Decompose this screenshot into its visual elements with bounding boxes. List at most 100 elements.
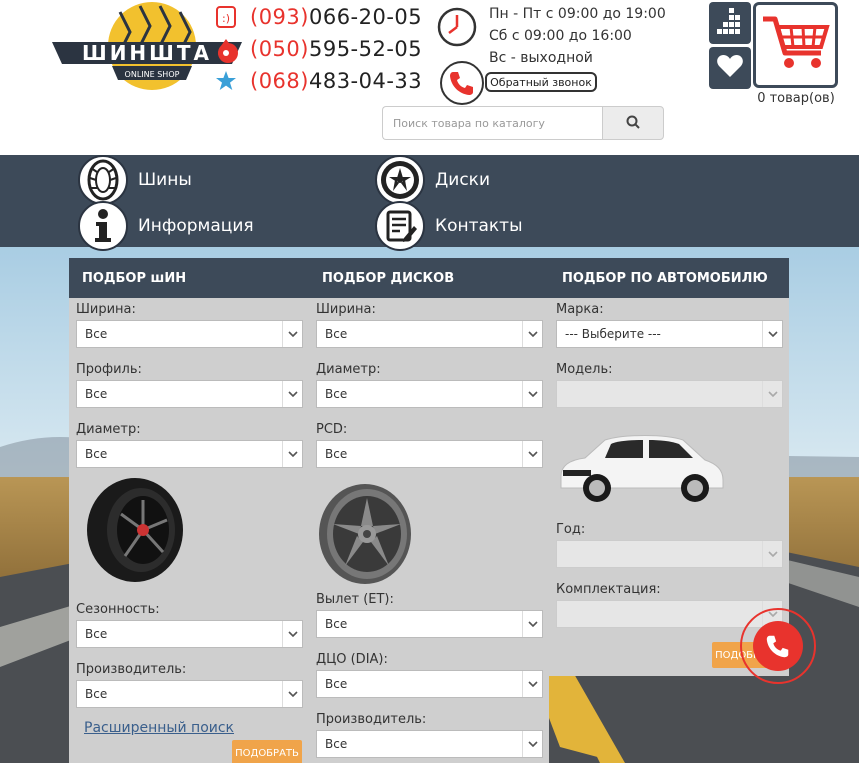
chevron-down-icon — [522, 441, 542, 467]
diameter-label: Диаметр: — [316, 362, 381, 377]
compare-icon — [715, 6, 745, 40]
car-filter-panel: ПОДБОР ПО АВТОМОБИЛЮ Марка: --- Выберите… — [549, 258, 789, 676]
site-header: ШИНШТА ONLINE SHOP :) (093) 066-20-05 (0… — [0, 0, 859, 155]
rim-dia-select[interactable]: Все — [316, 670, 543, 698]
logo-subtitle: ONLINE SHOP — [125, 70, 180, 79]
phone-row[interactable]: (068) 483-04-33 — [214, 66, 422, 96]
chevron-down-icon — [282, 441, 302, 467]
select-value: Все — [325, 327, 348, 341]
wishlist-button[interactable] — [709, 47, 751, 89]
cart-count[interactable]: 0 товар(ов) — [752, 91, 840, 106]
panel-title: ПОДБОР шИН — [69, 258, 309, 298]
chevron-down-icon — [762, 541, 782, 567]
phone-code: (068) — [250, 69, 309, 93]
pcd-label: PCD: — [316, 422, 348, 437]
chevron-down-icon — [282, 321, 302, 347]
search-button[interactable] — [602, 106, 664, 140]
main-nav: Шины Диски Информация Контакты — [0, 155, 859, 251]
rim-pcd-select[interactable]: Все — [316, 440, 543, 468]
wheel-rim-icon — [375, 155, 425, 205]
nav-item-rims[interactable]: Диски — [375, 155, 490, 205]
select-value: Все — [85, 627, 108, 641]
car-model-select[interactable] — [556, 380, 783, 408]
nav-item-info[interactable]: Информация — [78, 201, 254, 251]
tire-width-select[interactable]: Все — [76, 320, 303, 348]
star-icon — [214, 69, 238, 93]
select-value: Все — [325, 677, 348, 691]
smile-icon: :) — [214, 5, 238, 29]
rim-width-select[interactable]: Все — [316, 320, 543, 348]
chevron-down-icon — [522, 321, 542, 347]
floating-call-button[interactable] — [740, 608, 816, 684]
et-label: Вылет (ET): — [316, 592, 394, 607]
year-label: Год: — [556, 522, 586, 537]
trim-label: Комплектация: — [556, 582, 661, 597]
tire-season-select[interactable]: Все — [76, 620, 303, 648]
clock-icon — [436, 6, 478, 48]
maker-label: Производитель: — [316, 712, 427, 727]
phone-icon[interactable] — [440, 61, 484, 105]
heart-icon — [716, 53, 744, 83]
tire-submit-button[interactable]: ПОДОБРАТЬ — [232, 740, 302, 763]
car-image — [555, 426, 727, 510]
hours-saturday: Сб с 09:00 до 16:00 — [489, 28, 632, 44]
dia-label: ДЦО (DIA): — [316, 652, 388, 667]
phone-code: (093) — [250, 5, 309, 29]
car-brand-select[interactable]: --- Выберите --- — [556, 320, 783, 348]
cart-icon — [761, 13, 831, 77]
chevron-down-icon — [522, 671, 542, 697]
nav-item-contacts[interactable]: Контакты — [375, 201, 523, 251]
profile-label: Профиль: — [76, 362, 142, 377]
search-input[interactable] — [382, 106, 602, 140]
chevron-down-icon — [522, 731, 542, 757]
chevron-down-icon — [282, 381, 302, 407]
phone-code: (050) — [250, 37, 309, 61]
tire-filter-panel: ПОДБОР шИН Ширина: Все Профиль: Все Диам… — [69, 258, 309, 763]
tire-profile-select[interactable]: Все — [76, 380, 303, 408]
chevron-down-icon — [522, 381, 542, 407]
diameter-label: Диаметр: — [76, 422, 141, 437]
tire-maker-select[interactable]: Все — [76, 680, 303, 708]
tire-diameter-select[interactable]: Все — [76, 440, 303, 468]
drop-icon — [214, 37, 238, 61]
panel-title: ПОДБОР ПО АВТОМОБИЛЮ — [549, 258, 789, 298]
logo-text: ШИНШТА — [82, 41, 212, 65]
rim-maker-select[interactable]: Все — [316, 730, 543, 758]
select-value: Все — [85, 447, 108, 461]
rim-diameter-select[interactable]: Все — [316, 380, 543, 408]
maker-label: Производитель: — [76, 662, 187, 677]
chevron-down-icon — [282, 681, 302, 707]
rim-et-select[interactable]: Все — [316, 610, 543, 638]
info-icon — [78, 201, 128, 251]
tire-image — [83, 476, 187, 588]
phone-row[interactable]: (050) 595-52-05 — [214, 34, 422, 64]
advanced-search-link[interactable]: Расширенный поиск — [84, 720, 234, 736]
callback-button[interactable]: Обратный звонок — [485, 72, 597, 92]
nav-label: Диски — [435, 170, 490, 190]
phone-row[interactable]: :) (093) 066-20-05 — [214, 2, 422, 32]
chevron-down-icon — [762, 381, 782, 407]
select-value: Все — [325, 617, 348, 631]
nav-item-tires[interactable]: Шины — [78, 155, 192, 205]
tire-icon — [78, 155, 128, 205]
width-label: Ширина: — [316, 302, 376, 317]
cart-button[interactable] — [753, 2, 838, 88]
select-value: Все — [85, 387, 108, 401]
compare-button[interactable] — [709, 2, 751, 44]
select-value: Все — [85, 687, 108, 701]
car-year-select[interactable] — [556, 540, 783, 568]
chevron-down-icon — [522, 611, 542, 637]
phone-number: 066-20-05 — [308, 5, 423, 29]
search-icon — [626, 115, 640, 132]
model-label: Модель: — [556, 362, 613, 377]
chevron-down-icon — [282, 621, 302, 647]
rim-image — [317, 482, 413, 590]
phone-number: 483-04-33 — [308, 69, 423, 93]
phone-icon — [753, 621, 803, 671]
svg-text::): :) — [222, 12, 230, 25]
search-bar — [382, 106, 664, 140]
page: ШИНШТА ONLINE SHOP :) (093) 066-20-05 (0… — [0, 0, 859, 763]
nav-label: Шины — [138, 170, 192, 190]
width-label: Ширина: — [76, 302, 136, 317]
nav-label: Информация — [138, 216, 254, 236]
